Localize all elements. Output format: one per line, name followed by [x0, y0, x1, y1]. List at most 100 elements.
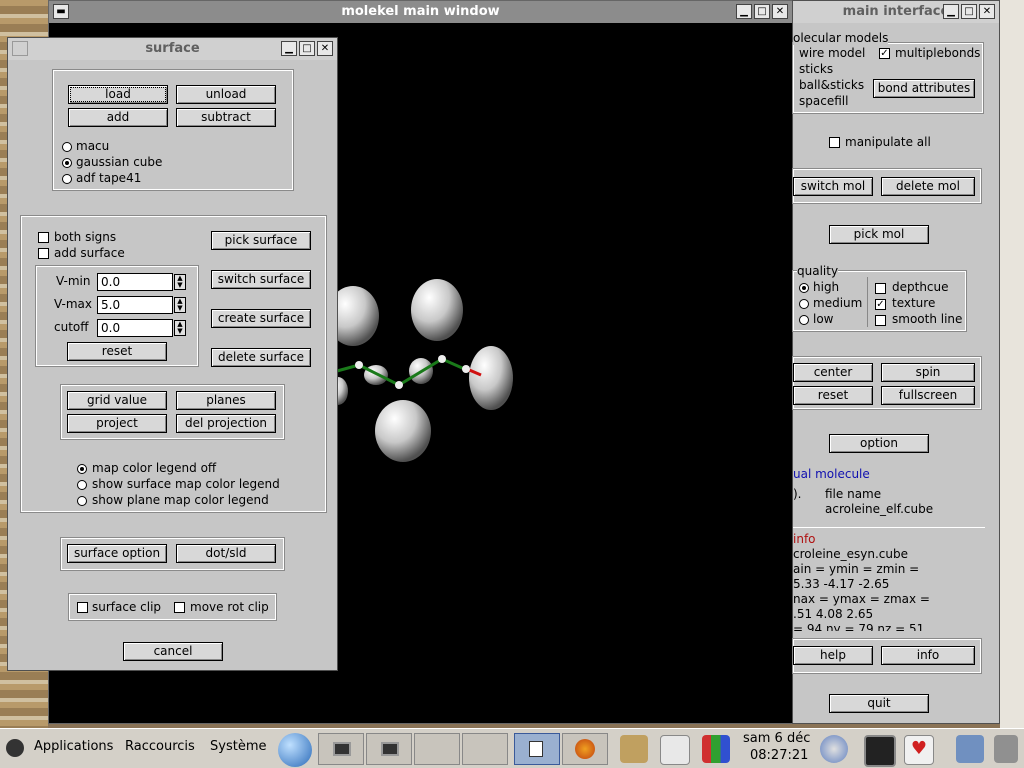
legend-plane-radio[interactable]	[77, 496, 87, 506]
manipulate-all-checkbox[interactable]	[829, 137, 840, 148]
task-button-1[interactable]	[318, 733, 364, 765]
firefox-icon	[575, 739, 595, 759]
center-button[interactable]: center	[793, 363, 873, 382]
vmin-input[interactable]: 0.0	[97, 273, 173, 291]
clock-time[interactable]: 08:27:21	[750, 748, 808, 763]
create-surface-button[interactable]: create surface	[211, 309, 311, 328]
cutoff-stepper[interactable]: ▲ ▼	[174, 320, 186, 336]
raccourcis-menu[interactable]: Raccourcis	[125, 739, 195, 754]
info-button[interactable]: info	[881, 646, 975, 665]
cutoff-input[interactable]: 0.0	[97, 319, 173, 337]
grid-value-button[interactable]: grid value	[67, 391, 167, 410]
planes-button[interactable]: planes	[176, 391, 276, 410]
subtract-button[interactable]: subtract	[176, 108, 276, 127]
task-button-2[interactable]	[366, 733, 412, 765]
main-interface-window: main interface ▁ □ ✕ olecular models wir…	[792, 0, 1000, 724]
package-icon[interactable]	[620, 735, 648, 763]
texture-checkbox[interactable]: ✓	[875, 299, 886, 310]
help-button[interactable]: help	[793, 646, 873, 665]
model-ballsticks[interactable]: ball&sticks	[799, 78, 864, 92]
fullscreen-button[interactable]: fullscreen	[881, 386, 975, 405]
close-button[interactable]: ✕	[317, 41, 333, 56]
close-button[interactable]: ✕	[772, 4, 788, 19]
legend-surface-radio[interactable]	[77, 480, 87, 490]
del-projection-button[interactable]: del projection	[176, 414, 276, 433]
dot-sld-button[interactable]: dot/sld	[176, 544, 276, 563]
minimize-button[interactable]: ▁	[943, 4, 959, 19]
network-icon[interactable]	[956, 735, 984, 763]
legend-off-radio[interactable]	[77, 464, 87, 474]
both-signs-label: both signs	[54, 230, 117, 244]
format-gaussian-label: gaussian cube	[76, 155, 163, 169]
format-adf-radio[interactable]	[62, 174, 72, 184]
applications-menu[interactable]: Applications	[34, 739, 113, 754]
move-rot-clip-label: move rot clip	[190, 600, 269, 614]
reset-view-button[interactable]: reset	[793, 386, 873, 405]
depthcue-checkbox[interactable]	[875, 283, 886, 294]
format-gaussian-radio[interactable]	[62, 158, 72, 168]
vmax-input[interactable]: 5.0	[97, 296, 173, 314]
add-button[interactable]: add	[68, 108, 168, 127]
project-button[interactable]: project	[67, 414, 167, 433]
heart-icon[interactable]: ♥	[904, 735, 934, 765]
model-sticks[interactable]: sticks	[799, 62, 833, 76]
both-signs-checkbox[interactable]	[38, 232, 49, 243]
vmin-stepper[interactable]: ▲ ▼	[174, 274, 186, 290]
move-rot-clip-checkbox[interactable]	[174, 602, 185, 613]
vmax-stepper[interactable]: ▲ ▼	[174, 297, 186, 313]
option-button[interactable]: option	[829, 434, 929, 453]
switch-surface-button[interactable]: switch surface	[211, 270, 311, 289]
delete-mol-button[interactable]: delete mol	[881, 177, 975, 196]
task-button-active[interactable]	[514, 733, 560, 765]
task-button-3[interactable]	[414, 733, 460, 765]
task-button-4[interactable]	[462, 733, 508, 765]
pick-surface-button[interactable]: pick surface	[211, 231, 311, 250]
disc-icon[interactable]	[820, 735, 848, 763]
load-button[interactable]: load	[68, 85, 168, 104]
close-button[interactable]: ✕	[979, 4, 995, 19]
unload-button[interactable]: unload	[176, 85, 276, 104]
quality-low-label: low	[813, 312, 834, 326]
window-menu-icon[interactable]	[12, 41, 28, 56]
model-wire[interactable]: wire model	[799, 46, 865, 60]
window-menu-icon[interactable]: ▬	[53, 4, 69, 19]
format-macu-radio[interactable]	[62, 142, 72, 152]
smooth-line-checkbox[interactable]	[875, 315, 886, 326]
terminal-icon[interactable]	[864, 735, 896, 767]
min-values: 5.33 -4.17 -2.65	[793, 577, 890, 591]
quality-medium-radio[interactable]	[799, 299, 809, 309]
minimize-button[interactable]: ▁	[736, 4, 752, 19]
format-adf-label: adf tape41	[76, 171, 142, 185]
switch-mol-button[interactable]: switch mol	[793, 177, 873, 196]
multiplebonds-checkbox[interactable]: ✓	[879, 48, 890, 59]
gnome-foot-icon[interactable]	[6, 739, 24, 757]
cancel-button[interactable]: cancel	[123, 642, 223, 661]
reset-button[interactable]: reset	[67, 342, 167, 361]
maximize-button[interactable]: □	[754, 4, 770, 19]
pick-mol-button[interactable]: pick mol	[829, 225, 929, 244]
quality-high-radio[interactable]	[799, 283, 809, 293]
surface-window: surface ▁ □ ✕ load unload add subtract m…	[7, 37, 338, 671]
minimize-button[interactable]: ▁	[281, 41, 297, 56]
quality-low-radio[interactable]	[799, 315, 809, 325]
quit-button[interactable]: quit	[829, 694, 929, 713]
surface-option-button[interactable]: surface option	[67, 544, 167, 563]
surface-clip-checkbox[interactable]	[77, 602, 88, 613]
task-button-firefox[interactable]	[562, 733, 608, 765]
spin-button[interactable]: spin	[881, 363, 975, 382]
document-icon[interactable]	[660, 735, 690, 765]
main-interface-titlebar: main interface ▁ □ ✕	[793, 1, 999, 23]
volume-icon[interactable]	[994, 735, 1018, 763]
clock-date[interactable]: sam 6 déc	[743, 731, 810, 746]
maximize-button[interactable]: □	[299, 41, 315, 56]
bond-attributes-button[interactable]: bond attributes	[873, 79, 975, 98]
delete-surface-button[interactable]: delete surface	[211, 348, 311, 367]
add-surface-checkbox[interactable]	[38, 248, 49, 259]
systeme-menu[interactable]: Système	[210, 739, 266, 754]
model-spacefill[interactable]: spacefill	[799, 94, 848, 108]
max-header: nax = ymax = zmax =	[793, 592, 930, 606]
maximize-button[interactable]: □	[961, 4, 977, 19]
quality-medium-label: medium	[813, 296, 863, 310]
chart-icon[interactable]	[702, 735, 730, 763]
globe-icon[interactable]	[278, 733, 312, 767]
